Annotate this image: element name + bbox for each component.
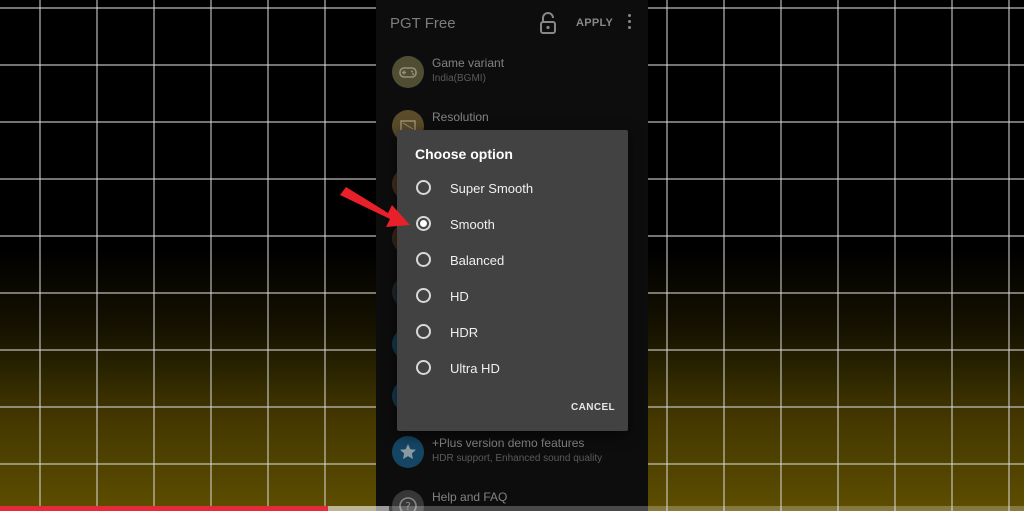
video-progress-bar[interactable] <box>0 506 1024 511</box>
radio-button[interactable] <box>416 288 431 303</box>
option-label: Ultra HD <box>450 361 500 376</box>
option-ultra-hd[interactable]: Ultra HD <box>397 352 628 388</box>
option-label: Balanced <box>450 253 505 268</box>
red-arrow-icon <box>340 187 410 227</box>
radio-button[interactable] <box>416 180 431 195</box>
option-balanced[interactable]: Balanced <box>397 244 628 280</box>
option-label: HD <box>450 289 469 304</box>
option-label: Super Smooth <box>450 181 534 196</box>
option-label: HDR <box>450 325 479 340</box>
radio-button[interactable] <box>416 252 431 267</box>
radio-button[interactable] <box>416 324 431 339</box>
option-hd[interactable]: HD <box>397 280 628 316</box>
cancel-button[interactable]: CANCEL <box>571 402 615 413</box>
radio-button-selected[interactable] <box>416 216 431 231</box>
option-super-smooth[interactable]: Super Smooth <box>397 172 628 208</box>
option-hdr[interactable]: HDR <box>397 316 628 352</box>
choose-option-dialog: Choose option Super Smooth Smooth Balanc… <box>397 130 628 431</box>
radio-button[interactable] <box>416 360 431 375</box>
option-smooth[interactable]: Smooth <box>397 208 628 244</box>
option-label: Smooth <box>450 217 495 232</box>
progress-played <box>0 506 328 511</box>
dialog-title: Choose option <box>415 146 513 162</box>
